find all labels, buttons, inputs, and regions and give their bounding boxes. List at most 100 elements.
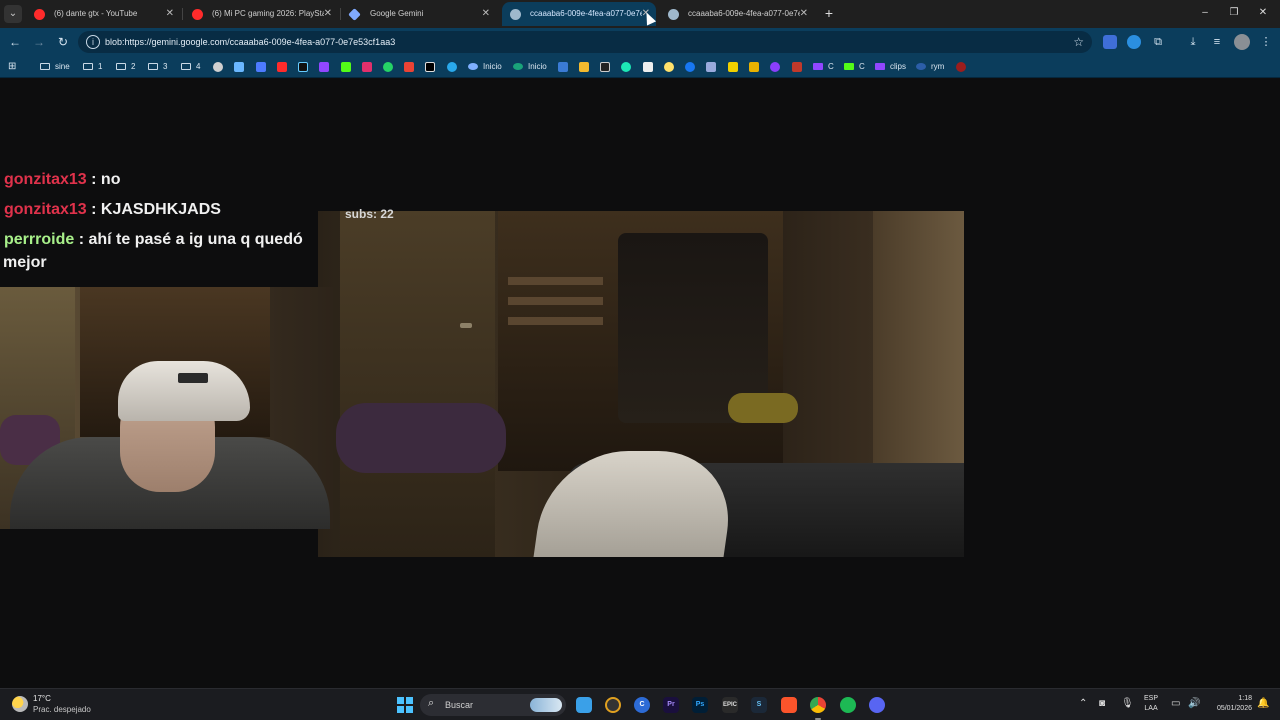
spotify-icon[interactable] (840, 697, 856, 713)
x-bookmark-icon[interactable] (425, 62, 435, 72)
bookmark-clips[interactable]: clips (875, 60, 906, 74)
epic-games-icon[interactable]: EPIC (722, 697, 738, 713)
folder-icon (83, 63, 93, 70)
chat-overlay: gonzitax13 : no gonzitax13 : KJASDHKJADS… (4, 165, 334, 255)
bookmark-site-icon[interactable] (213, 62, 223, 72)
bookmark-folder-3[interactable]: 3 (148, 60, 167, 74)
file-explorer-icon[interactable] (576, 697, 592, 713)
bookmark-folder-sine[interactable]: sine (40, 60, 70, 74)
maximize-icon[interactable]: ❐ (1227, 5, 1241, 21)
menu-kebab-icon[interactable]: ⋮ (1258, 33, 1274, 51)
tab-youtube-pc-gaming[interactable]: (6) Mi PC gaming 2026: PlaySta ✕ (184, 2, 338, 26)
url-text[interactable]: blob:https://gemini.google.com/ccaaaba6-… (105, 31, 395, 53)
tab-close-icon[interactable]: ✕ (166, 2, 174, 26)
bookmark-inicio-1[interactable]: Inicio (468, 60, 502, 74)
photoshop-icon[interactable]: Ps (692, 697, 708, 713)
bookmark-c-kick[interactable]: C (844, 60, 865, 74)
windows-taskbar: 17°C Prac. despejado ⌕ Buscar C Pr Ps EP… (0, 688, 1280, 720)
copilot-icon[interactable]: C (634, 697, 650, 713)
bookmark-rym[interactable]: rym (916, 60, 944, 74)
facebook-bookmark-icon[interactable] (685, 62, 695, 72)
instagram-bookmark-icon[interactable] (362, 62, 372, 72)
tab-close-icon[interactable]: ✕ (482, 2, 490, 26)
bookmark-site-icon[interactable] (770, 62, 780, 72)
forward-arrow-icon[interactable]: → (31, 34, 47, 50)
video-yellow-item (728, 393, 798, 423)
tab-strip: ⌄ (6) dante gtx - YouTube ✕ (6) Mi PC ga… (0, 0, 1280, 28)
bookmark-folder-4[interactable]: 4 (181, 60, 200, 74)
weather-sun-icon[interactable] (12, 696, 28, 712)
translate-extension-icon[interactable] (1103, 35, 1117, 49)
kick-bookmark-icon[interactable] (341, 62, 351, 72)
new-tab-button[interactable]: + (822, 3, 836, 23)
microphone-icon[interactable]: 🎙 (1121, 698, 1134, 709)
notification-bell-icon[interactable]: 🔔 (1257, 698, 1269, 709)
bookmark-folder-2[interactable]: 2 (116, 60, 135, 74)
tab-google-gemini[interactable]: Google Gemini ✕ (342, 2, 496, 26)
windows-start-icon[interactable] (397, 697, 413, 713)
media-controls-icon[interactable]: ≡ (1209, 33, 1225, 51)
reload-icon[interactable]: ↻ (55, 34, 71, 50)
bookmark-star-icon[interactable]: ☆ (1073, 31, 1084, 53)
bookmark-site-icon[interactable] (664, 62, 674, 72)
address-bar[interactable]: i blob:https://gemini.google.com/ccaaaba… (78, 31, 1092, 53)
bookmark-site-icon[interactable] (728, 62, 738, 72)
bookmark-inicio-2[interactable]: Inicio (513, 60, 547, 74)
bookmark-site-icon[interactable] (234, 62, 244, 72)
language-indicator[interactable]: ESP LAA (1144, 694, 1158, 714)
bookmark-site-icon[interactable] (621, 62, 631, 72)
globe-icon (510, 9, 521, 20)
bookmark-site-icon[interactable] (706, 62, 716, 72)
steam-icon[interactable]: S (751, 697, 767, 713)
download-icon[interactable]: ⤓ (1185, 33, 1201, 51)
back-arrow-icon[interactable]: ← (7, 34, 23, 50)
bookmark-site-icon[interactable] (749, 62, 759, 72)
tiktok-bookmark-icon[interactable] (298, 62, 308, 72)
youtube-bookmark-icon[interactable] (277, 62, 287, 72)
extensions-puzzle-icon[interactable]: ⧉ (1150, 33, 1166, 51)
chrome-canary-icon[interactable] (605, 697, 621, 713)
gmail-bookmark-icon[interactable] (404, 62, 414, 72)
minimize-icon[interactable]: – (1198, 5, 1212, 21)
binance-bookmark-icon[interactable] (579, 62, 589, 72)
profile-avatar[interactable] (1234, 34, 1250, 50)
bookmark-site-icon[interactable] (558, 62, 568, 72)
tray-discord-icon[interactable]: ◙ (1099, 698, 1105, 709)
twitch-icon (875, 63, 885, 70)
vpn-extension-icon[interactable] (1127, 35, 1141, 49)
tab-close-icon[interactable]: ✕ (324, 2, 332, 26)
premiere-pro-icon[interactable]: Pr (663, 697, 679, 713)
video-page[interactable]: subs: 22 gonzitax13 : no gonzitax13 : KJ… (0, 79, 1280, 688)
network-icon[interactable]: ▭ (1171, 698, 1180, 709)
discord-icon[interactable] (869, 697, 885, 713)
system-clock[interactable]: 1:18 05/01/2026 (1206, 694, 1252, 714)
whatsapp-bookmark-icon[interactable] (383, 62, 393, 72)
chrome-icon[interactable] (810, 697, 826, 713)
tab-blob[interactable]: ccaaaba6-009e-4fea-a077-0e7e ✕ (660, 2, 814, 26)
bookmark-site-icon[interactable] (792, 62, 802, 72)
close-window-icon[interactable]: ✕ (1256, 5, 1270, 21)
bookmark-folder-1[interactable]: 1 (83, 60, 102, 74)
tab-close-icon[interactable]: ✕ (800, 2, 808, 26)
main-camera-video[interactable] (318, 211, 964, 557)
site-info-icon[interactable]: i (86, 35, 100, 49)
telegram-bookmark-icon[interactable] (447, 62, 457, 72)
twitch-icon (813, 63, 823, 70)
bookmark-c-twitch[interactable]: C (813, 60, 834, 74)
tab-youtube-dante[interactable]: (6) dante gtx - YouTube ✕ (26, 2, 180, 26)
weather-temperature[interactable]: 17°C (33, 694, 51, 703)
bookmark-site-icon[interactable] (643, 62, 653, 72)
twitch-bookmark-icon[interactable] (319, 62, 329, 72)
bookmark-site-icon[interactable] (256, 62, 266, 72)
weather-description[interactable]: Prac. despejado (33, 705, 91, 714)
tab-blob-active[interactable]: ccaaaba6-009e-4fea-a077-0e7e ✕ (502, 2, 656, 26)
tray-chevron-up-icon[interactable]: ⌃ (1079, 698, 1087, 709)
brave-icon[interactable] (781, 697, 797, 713)
tab-search-chevron-icon[interactable]: ⌄ (4, 5, 22, 23)
chat-text: : no (91, 171, 121, 188)
apps-grid-icon[interactable]: ⊞ (8, 60, 16, 74)
volume-icon[interactable]: 🔊 (1188, 698, 1200, 709)
bookmark-site-icon[interactable] (600, 62, 610, 72)
bookmark-site-icon[interactable] (956, 62, 966, 72)
taskbar-search-box[interactable]: ⌕ Buscar (420, 694, 566, 716)
